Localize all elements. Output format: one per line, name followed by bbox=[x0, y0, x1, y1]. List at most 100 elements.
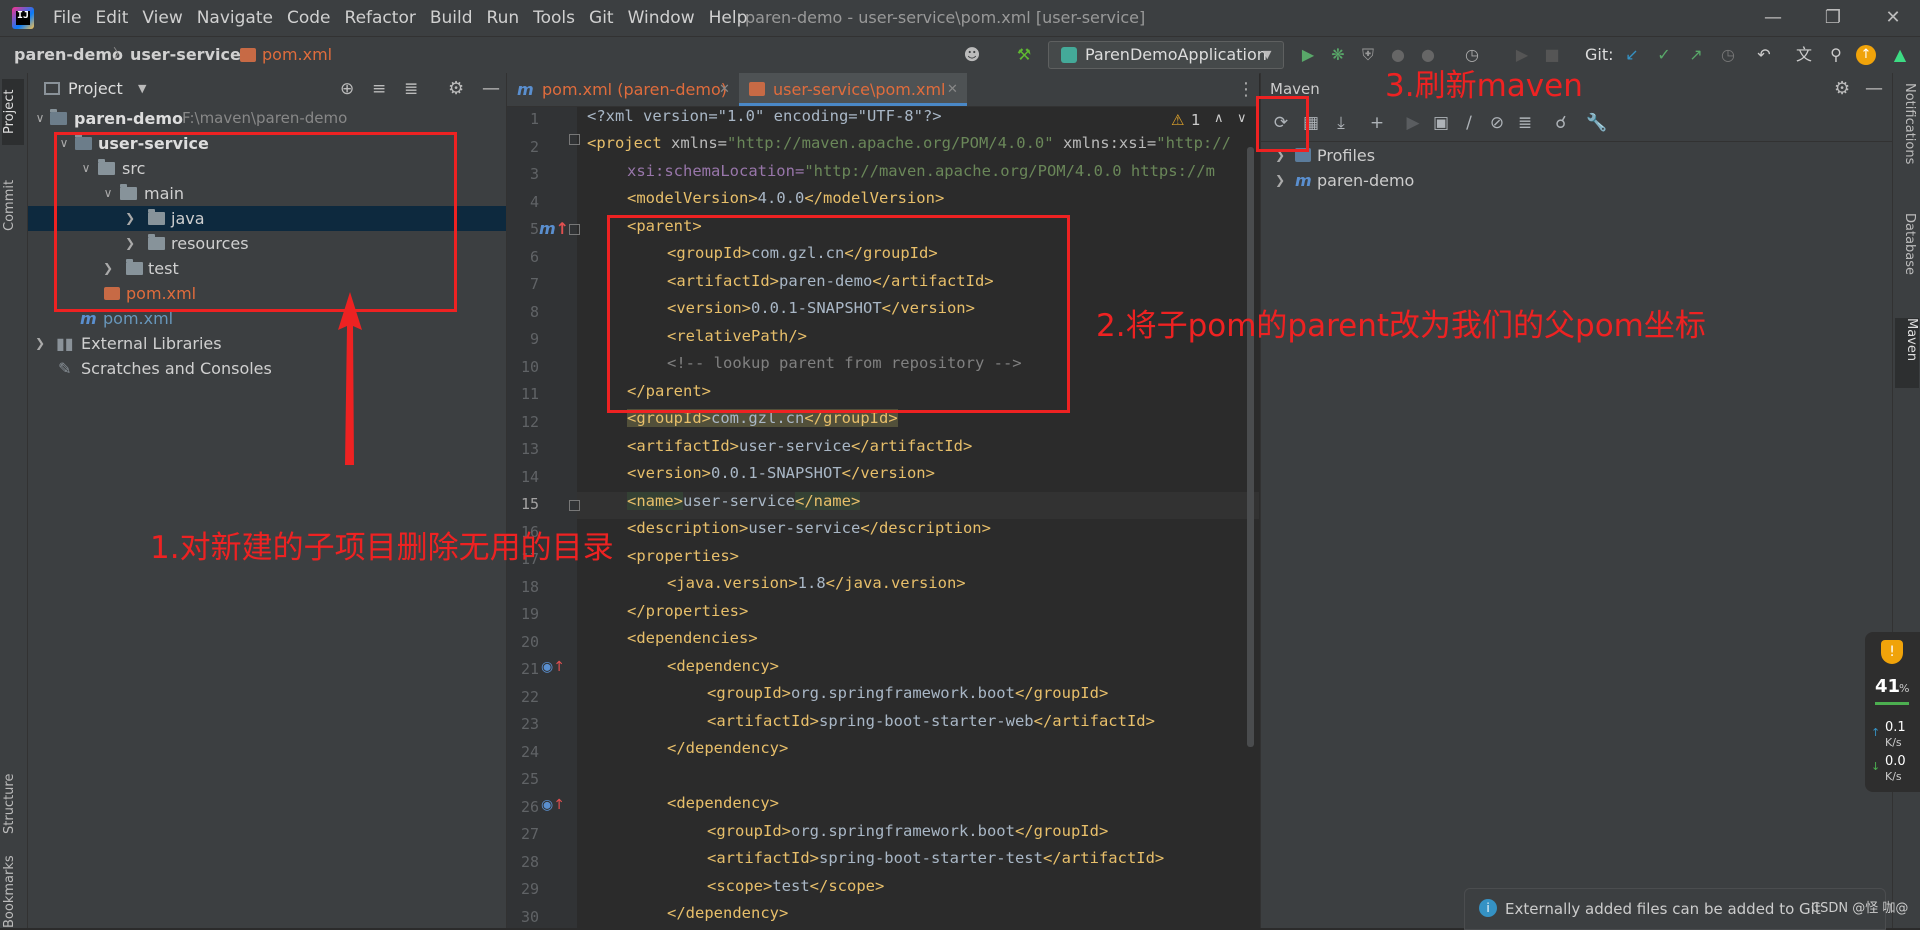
fold-icon[interactable] bbox=[569, 224, 580, 235]
code-line: <scope>test</scope> bbox=[707, 877, 885, 895]
git-history-icon[interactable]: ◷ bbox=[1716, 43, 1740, 67]
tab-maven[interactable]: Maven bbox=[1895, 318, 1919, 388]
translate-icon[interactable]: 文 bbox=[1792, 43, 1816, 67]
menu-window[interactable]: Window bbox=[621, 0, 702, 36]
menu-edit[interactable]: Edit bbox=[88, 0, 135, 36]
line-number: 10 bbox=[520, 357, 539, 376]
locate-icon[interactable]: ⊕ bbox=[340, 73, 354, 105]
maven-parent-icon[interactable]: m↑ bbox=[539, 219, 569, 238]
user-icon[interactable]: ☻ bbox=[960, 43, 984, 67]
menu-run[interactable]: Run bbox=[480, 0, 527, 36]
tab-service-pom[interactable]: user-service\pom.xml ✕ bbox=[739, 73, 967, 106]
gear-icon[interactable]: ⚙ bbox=[1834, 73, 1850, 105]
menu-navigate[interactable]: Navigate bbox=[190, 0, 280, 36]
dependency-override-icon[interactable]: ◉↑ bbox=[541, 659, 565, 675]
git-update-icon[interactable]: ↙ bbox=[1620, 43, 1644, 67]
breadcrumb-project[interactable]: paren-demo bbox=[14, 37, 123, 73]
project-title[interactable]: Project bbox=[68, 73, 123, 105]
tree-item-scratches[interactable]: ✎ Scratches and Consoles bbox=[28, 356, 506, 381]
run-configuration-select[interactable]: ParenDemoApplication ▼ bbox=[1048, 41, 1284, 69]
close-icon[interactable]: ✕ bbox=[1870, 0, 1916, 36]
tab-database[interactable]: Database bbox=[1897, 213, 1917, 293]
wrench-icon[interactable]: 🔧 bbox=[1585, 111, 1609, 135]
code-line: <?xml version="1.0" encoding="UTF-8"?> bbox=[587, 107, 942, 125]
menu-tools[interactable]: Tools bbox=[526, 0, 582, 36]
coverage-icon[interactable]: ⛨ bbox=[1356, 43, 1380, 67]
dependency-override-icon[interactable]: ◉↑ bbox=[541, 797, 565, 813]
menu-code[interactable]: Code bbox=[280, 0, 338, 36]
collapse-all-icon[interactable]: ≣ bbox=[1513, 111, 1537, 135]
download-icon[interactable]: ⤓ bbox=[1329, 111, 1353, 135]
menu-build[interactable]: Build bbox=[423, 0, 480, 36]
tree-item-external-libraries[interactable]: ❯ ▮▮ External Libraries bbox=[28, 331, 506, 356]
menu-git[interactable]: Git bbox=[582, 0, 621, 36]
search-icon[interactable]: ⚲ bbox=[1824, 43, 1848, 67]
fold-icon[interactable] bbox=[569, 500, 580, 511]
git-commit-icon[interactable]: ✓ bbox=[1652, 43, 1676, 67]
update-icon[interactable]: ↑ bbox=[1856, 45, 1876, 65]
line-number: 5 bbox=[529, 220, 539, 238]
upload-unit: K/s bbox=[1885, 736, 1902, 749]
hide-icon[interactable]: — bbox=[482, 73, 500, 105]
tab-commit[interactable]: Commit bbox=[2, 169, 24, 241]
restore-icon[interactable]: ❐ bbox=[1810, 0, 1856, 36]
toggle-offline-icon[interactable]: ∕ bbox=[1457, 111, 1481, 135]
code-line: <properties> bbox=[627, 547, 739, 565]
editor-scrollbar[interactable] bbox=[1247, 147, 1254, 747]
tab-bookmarks[interactable]: Bookmarks bbox=[2, 855, 24, 928]
code-line: <modelVersion>4.0.0</modelVersion> bbox=[627, 189, 945, 207]
debug-icon[interactable]: ❋ bbox=[1326, 43, 1350, 67]
run-icon[interactable]: ▶ bbox=[1401, 111, 1425, 135]
code-line: <name>user-service</name> bbox=[627, 492, 861, 510]
minimize-icon[interactable]: — bbox=[1750, 0, 1796, 36]
plugin-icon[interactable]: ▲ bbox=[1888, 43, 1912, 67]
maven-item-profiles[interactable]: ❯ Profiles bbox=[1261, 143, 1892, 168]
fold-icon[interactable] bbox=[569, 134, 580, 145]
code-line: <project xmlns="http://maven.apache.org/… bbox=[587, 134, 1231, 152]
arrow-up-icon bbox=[338, 292, 362, 465]
hide-icon[interactable]: — bbox=[1865, 73, 1883, 105]
upload-rate: 0.1 bbox=[1885, 720, 1906, 735]
menu-refactor[interactable]: Refactor bbox=[338, 0, 423, 36]
code-line: </dependency> bbox=[667, 904, 789, 922]
previous-highlight-icon[interactable]: ∧ bbox=[1214, 111, 1224, 126]
code-line: <dependency> bbox=[667, 794, 779, 812]
show-dependencies-icon[interactable]: ☌ bbox=[1549, 111, 1573, 135]
close-tab-icon[interactable]: ✕ bbox=[719, 73, 730, 106]
tab-parent-pom[interactable]: m pom.xml (paren-demo) ✕ bbox=[507, 73, 737, 106]
upload-icon: ↑ bbox=[1871, 726, 1881, 739]
rollback-icon[interactable]: ↶ bbox=[1752, 43, 1776, 67]
maven-item-paren-demo[interactable]: ❯ m paren-demo bbox=[1261, 168, 1892, 193]
expand-all-icon[interactable]: ≡ bbox=[372, 73, 386, 105]
warning-icon[interactable]: ⚠ bbox=[1171, 111, 1184, 129]
next-highlight-icon[interactable]: ∨ bbox=[1237, 111, 1247, 126]
run-icon[interactable]: ▶ bbox=[1296, 43, 1320, 67]
line-number: 30 bbox=[520, 907, 539, 926]
gear-icon[interactable]: ⚙ bbox=[448, 73, 464, 105]
breadcrumb-module[interactable]: user-service bbox=[130, 37, 241, 73]
menu-view[interactable]: View bbox=[135, 0, 189, 36]
tab-structure[interactable]: Structure bbox=[2, 763, 24, 845]
tab-project[interactable]: Project bbox=[2, 79, 24, 145]
tree-item-root[interactable]: ∨ paren-demo F:\maven\paren-demo bbox=[28, 106, 506, 131]
line-number: 19 bbox=[520, 605, 539, 623]
menu-file[interactable]: File bbox=[46, 0, 88, 36]
build-hammer-icon[interactable]: ⚒ bbox=[1012, 43, 1036, 67]
line-number: 25 bbox=[520, 770, 539, 788]
collapse-all-icon[interactable]: ≣ bbox=[404, 73, 418, 105]
code-line: <artifactId>spring-boot-starter-test</ar… bbox=[707, 849, 1165, 867]
line-number: 11 bbox=[520, 385, 539, 403]
add-icon[interactable]: + bbox=[1365, 111, 1389, 135]
close-tab-icon[interactable]: ✕ bbox=[947, 73, 958, 106]
tab-notifications[interactable]: Notifications bbox=[1897, 83, 1917, 193]
breadcrumb-separator-icon: 〉 bbox=[113, 47, 127, 63]
git-notification[interactable]: i Externally added files can be added to… bbox=[1464, 888, 1908, 930]
more-tabs-icon[interactable]: ⋮ bbox=[1237, 73, 1255, 106]
breadcrumb-file[interactable]: pom.xml bbox=[262, 37, 332, 73]
git-push-icon[interactable]: ↗ bbox=[1684, 43, 1708, 67]
line-number: 23 bbox=[520, 715, 539, 733]
chevron-down-icon[interactable]: ▼ bbox=[138, 73, 146, 105]
percent-unit: % bbox=[1899, 682, 1910, 695]
skip-tests-icon[interactable]: ⊘ bbox=[1485, 111, 1509, 135]
execute-goal-icon[interactable]: ▣ bbox=[1429, 111, 1453, 135]
